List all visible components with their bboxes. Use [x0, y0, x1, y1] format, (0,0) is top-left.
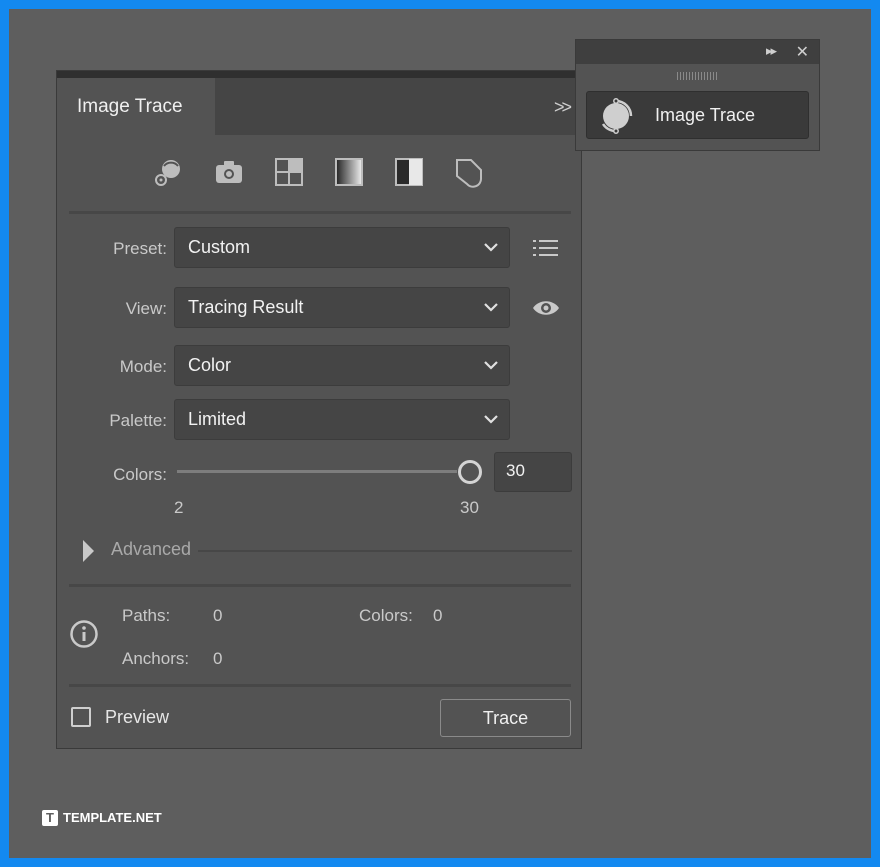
eye-icon[interactable]: [531, 296, 561, 320]
anchors-value: 0: [213, 649, 223, 668]
image-trace-panel-button[interactable]: Image Trace: [586, 91, 809, 139]
preset-value: Custom: [188, 237, 251, 257]
mode-value: Color: [188, 355, 232, 375]
preset-list-icon[interactable]: [531, 236, 561, 260]
advanced-section-toggle[interactable]: Advanced: [83, 538, 573, 564]
mode-label: Mode:: [119, 357, 167, 376]
colors-count-label: Colors:: [359, 606, 413, 625]
collapsed-panel-header[interactable]: ▸▸ ✕: [576, 40, 819, 64]
chevron-down-icon: [484, 361, 498, 370]
preset-label: Preset:: [113, 239, 167, 258]
advanced-label: Advanced: [111, 539, 192, 559]
close-icon[interactable]: ✕: [796, 42, 809, 62]
colors-slider-thumb[interactable]: [458, 460, 482, 484]
slider-min-label: 2: [174, 498, 184, 517]
watermark-text: TEMPLATE.NET: [63, 810, 162, 825]
image-trace-icon: [601, 98, 633, 134]
low-color-icon[interactable]: [273, 156, 305, 188]
tab-image-trace[interactable]: Image Trace: [57, 78, 215, 135]
preview-label[interactable]: Preview: [105, 707, 169, 728]
auto-color-icon[interactable]: [152, 156, 184, 188]
view-value: Tracing Result: [188, 297, 304, 317]
colors-count-value: 0: [433, 606, 443, 625]
colors-label: Colors:: [113, 465, 167, 484]
grip-handle[interactable]: [677, 72, 717, 80]
palette-value: Limited: [188, 409, 247, 429]
outline-icon[interactable]: [453, 156, 485, 188]
view-dropdown[interactable]: Tracing Result: [174, 287, 510, 328]
disclosure-triangle-icon: [83, 540, 94, 562]
divider: [69, 584, 571, 587]
trace-button[interactable]: Trace: [440, 699, 571, 737]
palette-dropdown[interactable]: Limited: [174, 399, 510, 440]
paths-label: Paths:: [122, 606, 171, 625]
expand-panels-icon[interactable]: ▸▸: [766, 43, 777, 59]
view-label: View:: [125, 299, 167, 318]
colors-input[interactable]: 30: [494, 452, 572, 492]
workspace-canvas: Image Trace >> Preset: Custom View: Trac…: [9, 9, 871, 858]
grayscale-icon[interactable]: [333, 156, 365, 188]
image-trace-panel: Image Trace >> Preset: Custom View: Trac…: [56, 70, 582, 749]
info-icon: [70, 620, 98, 648]
collapsed-panel: ▸▸ ✕ Image Trace: [575, 39, 820, 151]
anchors-label: Anchors:: [122, 649, 190, 668]
chevron-down-icon: [484, 415, 498, 424]
black-and-white-icon[interactable]: [393, 156, 425, 188]
preset-icon-row: [57, 151, 581, 191]
image-trace-panel-label: Image Trace: [655, 105, 756, 125]
paths-value: 0: [213, 606, 223, 625]
chevron-down-icon: [484, 243, 498, 252]
panel-menu-expand-icon[interactable]: >>: [554, 97, 572, 118]
colors-slider-track[interactable]: [177, 470, 457, 473]
divider: [69, 684, 571, 687]
preset-dropdown[interactable]: Custom: [174, 227, 510, 268]
divider: [69, 211, 571, 214]
mode-dropdown[interactable]: Color: [174, 345, 510, 386]
panel-drag-bar[interactable]: [57, 71, 581, 78]
preview-checkbox[interactable]: [71, 707, 91, 727]
chevron-down-icon: [484, 303, 498, 312]
divider: [198, 550, 572, 552]
palette-label: Palette:: [109, 411, 167, 430]
panel-tabstrip: Image Trace >>: [57, 78, 581, 135]
template-logo-icon: T: [42, 810, 58, 826]
slider-max-label: 30: [460, 498, 479, 517]
high-color-icon[interactable]: [213, 156, 245, 188]
